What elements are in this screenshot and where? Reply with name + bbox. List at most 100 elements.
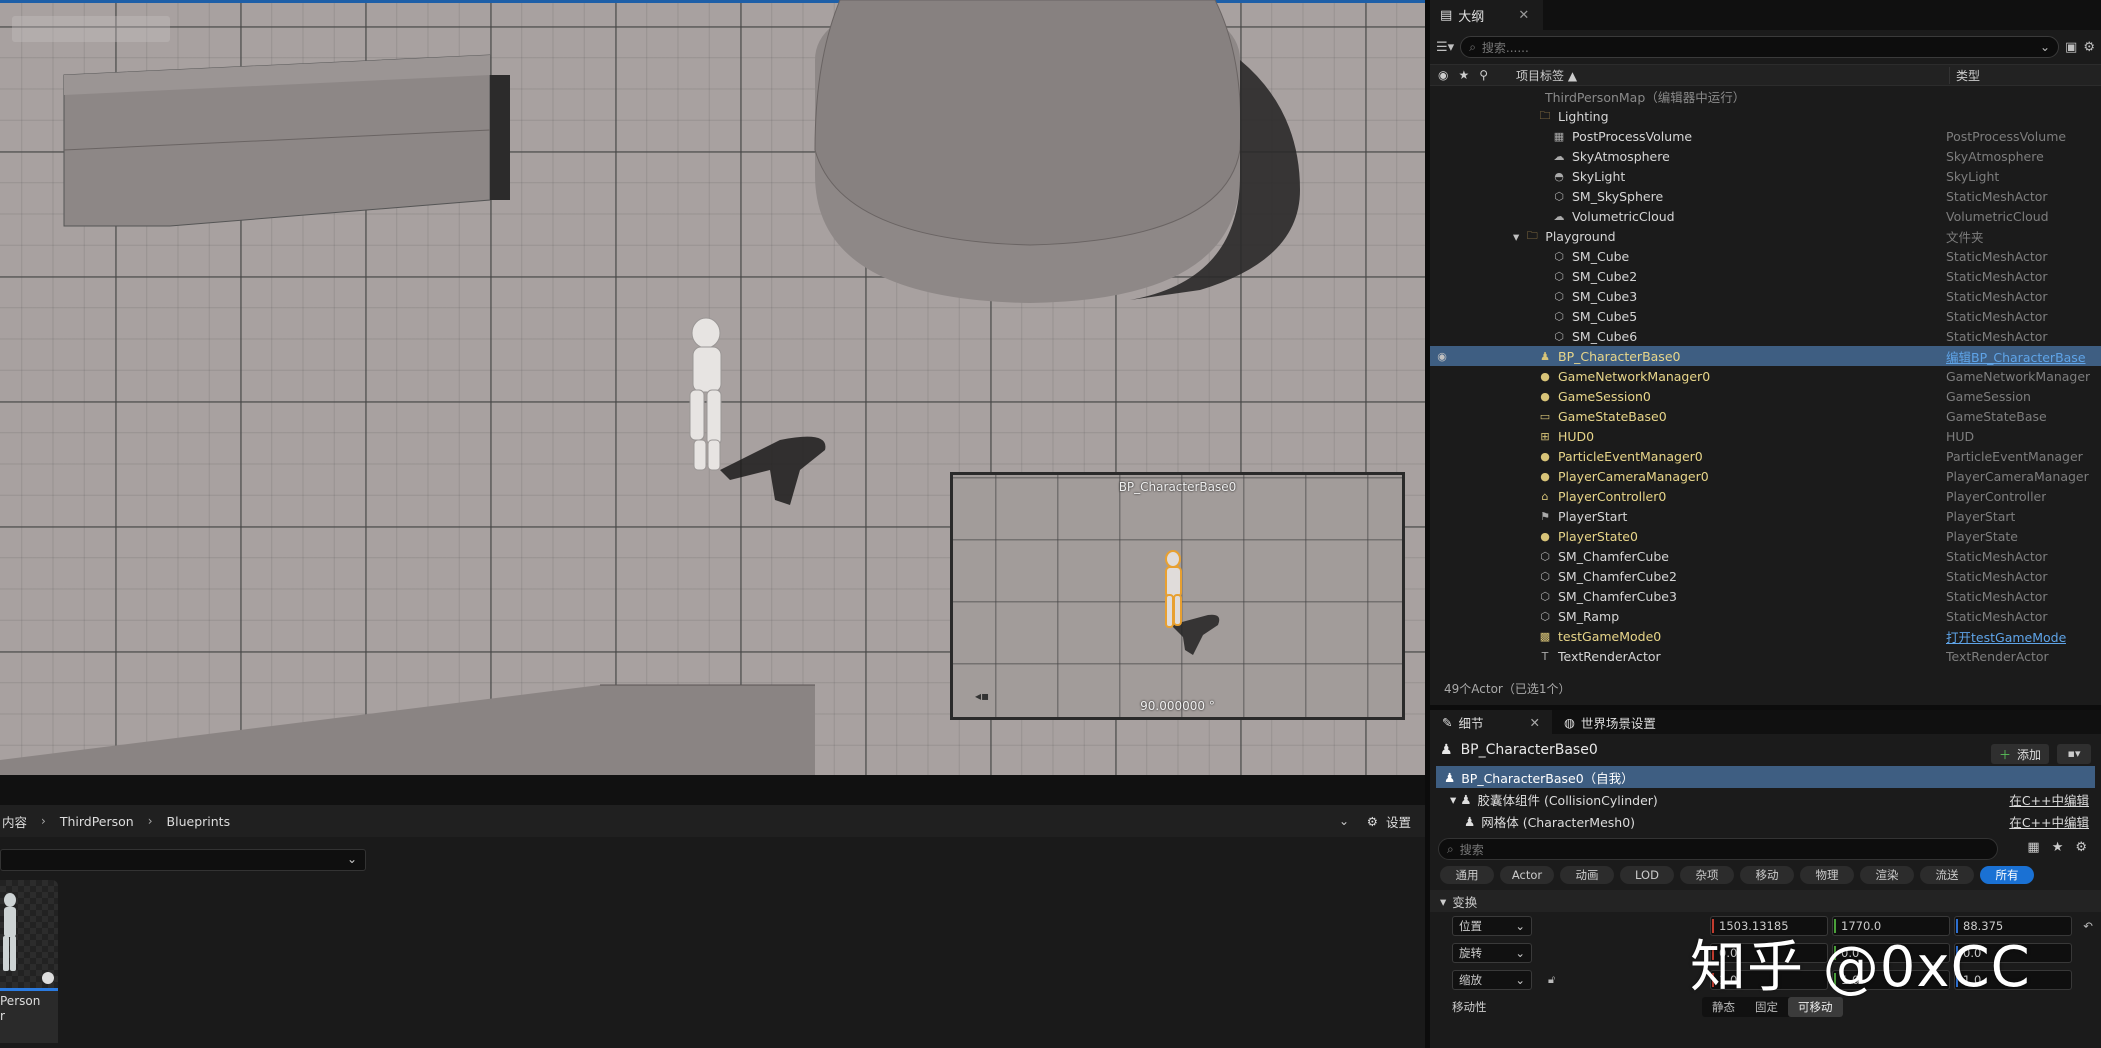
crumb-blueprints[interactable]: Blueprints — [167, 814, 231, 829]
add-label: 添加 — [2016, 747, 2041, 762]
outliner-row[interactable]: ● GameNetworkManager0 GameNetworkManager — [1430, 366, 2101, 386]
outliner-row[interactable]: ▾ 🗀︎ Playground 文件夹 — [1430, 226, 2101, 246]
outliner-row-label: ⬡ SM_Cube6 — [1454, 329, 1946, 344]
outliner-row[interactable]: ● PlayerState0 PlayerState — [1430, 526, 2101, 546]
add-folder-icon[interactable]: ▣ — [2065, 40, 2077, 55]
outliner-row[interactable]: ⬡ SM_Cube3 StaticMeshActor — [1430, 286, 2101, 306]
outliner-row[interactable]: ⬡ SM_Cube5 StaticMeshActor — [1430, 306, 2101, 326]
row-name: SM_SkySphere — [1572, 188, 1664, 204]
filter-icon[interactable]: ☰▾ — [1436, 40, 1454, 55]
close-icon[interactable]: ✕ — [1530, 715, 1540, 730]
content-browser: 内容 › ThirdPerson › Blueprints ⌄ ⚙ 设置 ⌄ P… — [0, 775, 1425, 1048]
settings-button[interactable]: ⚙ 设置 — [1367, 812, 1411, 831]
filter-9[interactable]: 所有 — [1980, 866, 2034, 884]
close-icon[interactable]: ✕ — [1518, 8, 1529, 23]
filter-2[interactable]: 动画 — [1560, 866, 1614, 884]
outliner-row[interactable]: ▭ GameStateBase0 GameStateBase — [1430, 406, 2101, 426]
row-name: Playground — [1545, 228, 1616, 244]
section-transform[interactable]: ▾ 变换 — [1430, 890, 2101, 912]
filter-7[interactable]: 渲染 — [1860, 866, 1914, 884]
col-label-header[interactable]: 项目标签 ▲ — [1510, 66, 1950, 84]
outliner-row[interactable]: ▦ PostProcessVolume PostProcessVolume — [1430, 126, 2101, 146]
outliner-row[interactable]: ▩ testGameMode0 打开testGameMode — [1430, 626, 2101, 646]
outliner-search-input[interactable]: ⌕ 搜索...... ⌄ — [1460, 36, 2060, 58]
edit-in-cpp-link[interactable]: 在C++中编辑 — [2009, 812, 2089, 831]
location-dropdown[interactable]: 位置 ⌄ — [1452, 915, 1532, 936]
rotation-dropdown[interactable]: 旋转 ⌄ — [1452, 942, 1532, 963]
history-dropdown-icon[interactable]: ⌄ — [1339, 814, 1349, 828]
mesh-icon: ⬡ — [1554, 269, 1564, 283]
search-icon: ⌕ — [1447, 841, 1454, 856]
star-icon[interactable]: ★ — [2052, 840, 2064, 855]
outliner-row[interactable]: ThirdPersonMap（编辑器中运行） — [1430, 86, 2101, 106]
filter-5[interactable]: 移动 — [1740, 866, 1794, 884]
settings-label: 设置 — [1385, 814, 1411, 830]
crumb-content[interactable]: 内容 — [2, 812, 27, 831]
outliner-row[interactable]: ⬡ SM_Ramp StaticMeshActor — [1430, 606, 2101, 626]
eye-icon[interactable]: ◉ — [1430, 350, 1454, 363]
col-type-header[interactable]: 类型 — [1950, 67, 1980, 84]
row-type[interactable]: 编辑BP_CharacterBase — [1946, 347, 2086, 366]
row-type[interactable]: 打开testGameMode — [1946, 627, 2066, 646]
crumb-thirdperson[interactable]: ThirdPerson — [60, 814, 134, 829]
outliner-row[interactable]: ⬡ SM_ChamferCube3 StaticMeshActor — [1430, 586, 2101, 606]
outliner-row[interactable]: T TextRenderActor TextRenderActor — [1430, 646, 2101, 666]
outliner-row-label: ● PlayerState0 — [1454, 529, 1946, 544]
lock-icon[interactable]: 🔓︎ — [1548, 973, 1555, 987]
row-name: ThirdPersonMap（编辑器中运行） — [1545, 89, 1746, 105]
level-viewport[interactable]: BP_CharacterBase0 ◂▪ 90.000000 ° — [0, 0, 1425, 775]
outliner-row[interactable]: ⬡ SM_Cube2 StaticMeshActor — [1430, 266, 2101, 286]
filter-3[interactable]: LOD — [1620, 866, 1674, 884]
add-component-button[interactable]: ＋ 添加 — [1990, 744, 2049, 764]
outliner-row[interactable]: ⌂ PlayerController0 PlayerController — [1430, 486, 2101, 506]
blueprint-dropdown-button[interactable]: ▪▾ — [2057, 744, 2091, 764]
pin-header-icon[interactable]: ⚲ — [1479, 68, 1488, 82]
filter-4[interactable]: 杂项 — [1680, 866, 1734, 884]
filter-6[interactable]: 物理 — [1800, 866, 1854, 884]
row-name: SM_ChamferCube — [1558, 548, 1669, 564]
visibility-header-icon[interactable]: ◉ — [1438, 68, 1448, 82]
outliner-row[interactable]: ⬡ SM_Cube StaticMeshActor — [1430, 246, 2101, 266]
outliner-row[interactable]: ● PlayerCameraManager0 PlayerCameraManager — [1430, 466, 2101, 486]
outliner-row[interactable]: ⊞ HUD0 HUD — [1430, 426, 2101, 446]
scale-dropdown[interactable]: 缩放 ⌄ — [1452, 969, 1532, 990]
table-icon[interactable]: ▦ — [2027, 840, 2039, 855]
asset-filter-dropdown[interactable]: ⌄ — [0, 849, 366, 871]
tab-world-settings[interactable]: ◍ 世界场景设置 — [1552, 710, 1668, 734]
outliner-row[interactable]: ⬡ SM_ChamferCube2 StaticMeshActor — [1430, 566, 2101, 586]
outliner-row[interactable]: ◉ ♟ BP_CharacterBase0 编辑BP_CharacterBase — [1430, 346, 2101, 366]
asset-tile[interactable]: Person r — [0, 880, 60, 1043]
outliner-row[interactable]: ● ParticleEventManager0 ParticleEventManag… — [1430, 446, 2101, 466]
chevron-down-icon: ⌄ — [1515, 918, 1525, 933]
outliner-row[interactable]: ⬡ SM_SkySphere StaticMeshActor — [1430, 186, 2101, 206]
filter-8[interactable]: 流送 — [1920, 866, 1974, 884]
filter-0[interactable]: 通用 — [1440, 866, 1494, 884]
outliner-row[interactable]: ● GameSession0 GameSession — [1430, 386, 2101, 406]
pawn-icon: ♟ — [1440, 742, 1453, 758]
gear-icon[interactable]: ⚙ — [2075, 840, 2087, 855]
outliner-row-label: T TextRenderActor — [1454, 649, 1946, 664]
outliner-row[interactable]: ⬡ SM_Cube6 StaticMeshActor — [1430, 326, 2101, 346]
outliner-row[interactable]: 🗀︎ Lighting — [1430, 106, 2101, 126]
outliner-row[interactable]: ☁︎ VolumetricCloud VolumetricCloud — [1430, 206, 2101, 226]
outliner-row[interactable]: ⬡ SM_ChamferCube StaticMeshActor — [1430, 546, 2101, 566]
details-search-input[interactable]: ⌕ 搜索 — [1438, 838, 1998, 860]
outliner-row[interactable]: ◓ SkyLight SkyLight — [1430, 166, 2101, 186]
outliner-row[interactable]: ☁︎ SkyAtmosphere SkyAtmosphere — [1430, 146, 2101, 166]
star-header-icon[interactable]: ★ — [1458, 68, 1469, 82]
actor-icon: ● — [1540, 369, 1550, 383]
mesh-icon: ⬡ — [1540, 609, 1550, 623]
reset-icon[interactable]: ↶ — [2083, 919, 2093, 933]
tab-outliner[interactable]: ▤ 大纲 ✕ — [1430, 0, 1544, 30]
component-item[interactable]: ▾ ♟ 胶囊体组件 (CollisionCylinder) 在C++中编辑 — [1430, 788, 2101, 810]
tab-details[interactable]: ✎ 细节 ✕ — [1430, 710, 1552, 734]
gear-icon[interactable]: ⚙ — [2083, 40, 2095, 55]
filter-1[interactable]: Actor — [1500, 866, 1554, 884]
chevron-down-icon[interactable]: ⌄ — [2040, 40, 2050, 54]
edit-in-cpp-link[interactable]: 在C++中编辑 — [2009, 790, 2089, 809]
component-item[interactable]: ♟ BP_CharacterBase0（自我） — [1436, 766, 2095, 788]
folder-icon: 🗀︎ — [1526, 228, 1538, 242]
expand-arrow-icon[interactable]: ▾ — [1513, 229, 1519, 244]
component-item[interactable]: ♟ 网格体 (CharacterMesh0) 在C++中编辑 — [1430, 810, 2101, 832]
outliner-row[interactable]: ⚑ PlayerStart PlayerStart — [1430, 506, 2101, 526]
